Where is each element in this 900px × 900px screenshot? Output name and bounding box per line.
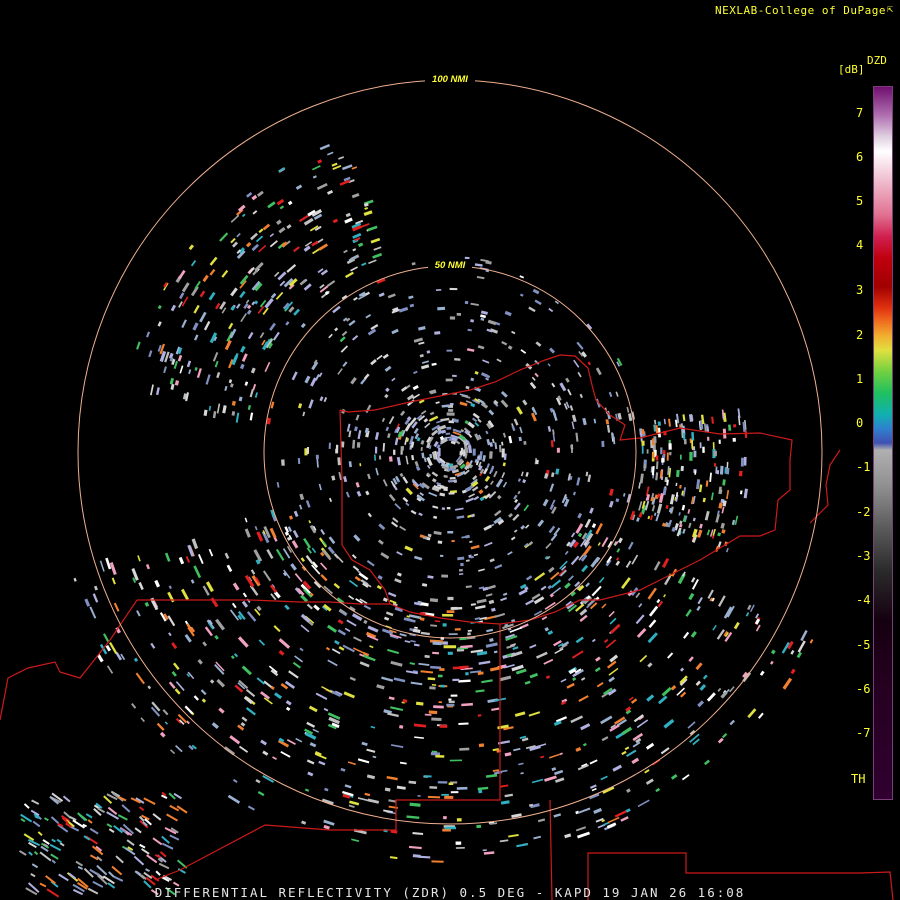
radar-echoes	[18, 144, 814, 898]
corner-arrow-icon[interactable]: ⇱	[887, 4, 896, 15]
colorbar-label: TH	[851, 772, 866, 786]
ring-label-100: 100 NMI	[432, 74, 468, 85]
border-line-west	[339, 409, 391, 605]
colorbar-units: [dB]	[838, 63, 865, 76]
colorbar-label: -1	[856, 460, 871, 474]
colorbar-label: 7	[856, 106, 864, 120]
radar-map: 50 NMI 100 NMI	[0, 73, 894, 900]
colorbar-label: 4	[856, 238, 864, 252]
colorbar-label: 6	[856, 150, 864, 164]
colorbar-label: -3	[856, 549, 871, 563]
border-line-southwest	[0, 599, 138, 721]
range-ring-50	[263, 265, 637, 639]
colorbar-label: 0	[856, 416, 864, 430]
colorbar-label: -5	[856, 638, 871, 652]
colorbar-label: 3	[856, 283, 864, 297]
ring-label-50: 50 NMI	[435, 260, 466, 271]
colorbar-label: 2	[856, 328, 864, 342]
colorbar-label: -4	[856, 593, 871, 607]
border-line-mid	[154, 624, 501, 881]
range-ring-100	[77, 79, 823, 825]
product-title: DIFFERENTIAL REFLECTIVITY (ZDR) 0.5 DEG …	[154, 885, 746, 900]
colorbar-label: -6	[856, 682, 871, 696]
colorbar-label: -7	[856, 726, 871, 740]
colorbar-product: DZD	[867, 54, 887, 67]
colorbar	[873, 86, 893, 800]
colorbar-label: -2	[856, 505, 871, 519]
credit-label: NEXLAB-College of DuPage	[715, 4, 886, 17]
colorbar-label: 1	[856, 372, 864, 386]
colorbar-label: 5	[856, 194, 864, 208]
border-line-east	[809, 449, 841, 524]
